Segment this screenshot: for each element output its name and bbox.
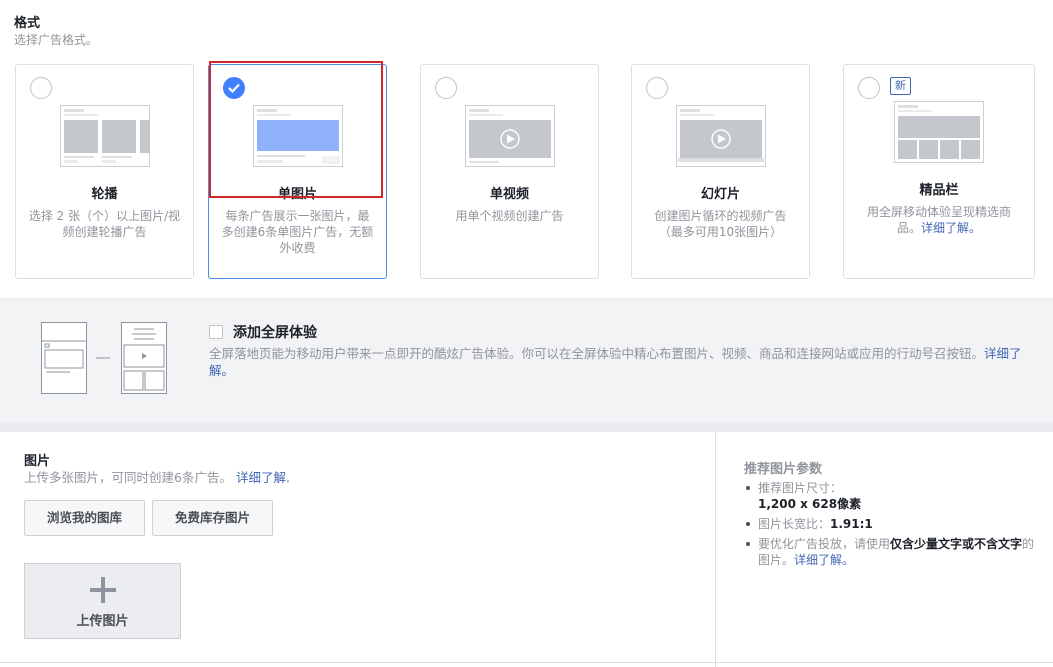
new-badge: 新 [890, 77, 911, 95]
collection-thumbnail-icon [894, 101, 984, 163]
images-subtitle: 上传多张图片，可同时创建6条广告。 详细了解. [24, 467, 290, 486]
spec-tip-prefix: 要优化广告投放，请使用 [758, 537, 891, 551]
bottom-divider [0, 662, 1053, 663]
spec-tip-bold: 仅含少量文字或不含文字 [890, 537, 1023, 551]
checkmark-icon [228, 83, 240, 93]
spec-ratio-label: 图片长宽比： [758, 517, 831, 531]
video-thumbnail-icon [464, 105, 555, 167]
radio-carousel[interactable] [30, 77, 52, 99]
format-card-single-video[interactable]: 单视频 用单个视频创建广告 [420, 64, 599, 279]
radio-single-image[interactable] [223, 77, 245, 99]
recommended-specs-panel: 推荐图片参数 推荐图片尺寸： 1,200 x 628像素 图片长宽比：1.91:… [715, 432, 1053, 667]
slideshow-thumbnail-icon [675, 105, 766, 167]
radio-collection[interactable] [858, 77, 880, 99]
card-title: 轮播 [91, 187, 118, 202]
images-section: 图片 上传多张图片，可同时创建6条广告。 详细了解. 浏览我的图库 免费库存图片… [0, 432, 715, 667]
stock-images-button[interactable]: 免费库存图片 [152, 500, 274, 536]
spec-size-label: 推荐图片尺寸： [758, 481, 843, 495]
fullscreen-description-text: 全屏落地页能为移动用户带来一点即开的酷炫广告体验。你可以在全屏体验中精心布置图片… [209, 346, 985, 361]
spec-ratio-value: 1.91:1 [830, 517, 873, 531]
card-title: 精品栏 [919, 183, 959, 198]
spec-size: 推荐图片尺寸： 1,200 x 628像素 [744, 480, 1044, 512]
format-card-single-image[interactable]: 单图片 每条广告展示一张图片，最多创建6条单图片广告，无额外收费 [208, 64, 387, 279]
card-description: 用单个视频创建广告 [455, 209, 564, 223]
card-title: 幻灯片 [700, 187, 740, 202]
learn-more-link[interactable]: 详细了解。 [921, 221, 981, 235]
format-card-carousel[interactable]: 轮播 选择 2 张（个）以上图片/视频创建轮播广告 [15, 64, 194, 279]
card-title: 单视频 [489, 187, 529, 202]
upload-image-label: 上传图片 [76, 614, 129, 629]
fullscreen-illustration-icon [41, 322, 167, 394]
card-description: 每条广告展示一张图片，最多创建6条单图片广告，无额外收费 [221, 209, 374, 255]
fullscreen-description: 全屏落地页能为移动用户带来一点即开的酷炫广告体验。你可以在全屏体验中精心布置图片… [209, 345, 1029, 379]
upload-image-button[interactable]: 上传图片 [24, 563, 181, 639]
section-divider [0, 422, 1053, 432]
learn-more-link[interactable]: 详细了解. [236, 470, 290, 485]
card-description: 选择 2 张（个）以上图片/视频创建轮播广告 [28, 209, 181, 239]
format-card-collection[interactable]: 新 精品栏 用全屏移动体验呈现精选商品。详细了解。 [843, 64, 1035, 279]
recommended-specs-title: 推荐图片参数 [744, 462, 823, 477]
spec-size-value: 1,200 x 628像素 [758, 497, 862, 511]
card-description: 创建图片循环的视频广告（最多可用10张图片） [654, 209, 787, 239]
single-image-thumbnail-icon [252, 105, 343, 167]
fullscreen-checkbox[interactable] [209, 325, 223, 339]
browse-library-button[interactable]: 浏览我的图库 [24, 500, 146, 536]
recommended-specs-list: 推荐图片尺寸： 1,200 x 628像素 图片长宽比：1.91:1 要优化广告… [744, 480, 1044, 572]
card-description: 用全屏移动体验呈现精选商品。详细了解。 [856, 204, 1022, 236]
learn-more-link[interactable]: 详细了解。 [794, 553, 854, 567]
carousel-thumbnail-icon [59, 105, 150, 167]
radio-slideshow[interactable] [646, 77, 668, 99]
plus-icon [90, 577, 116, 603]
spec-tip: 要优化广告投放，请使用仅含少量文字或不含文字的图片。详细了解。 [744, 536, 1044, 568]
radio-single-video[interactable] [435, 77, 457, 99]
spec-ratio: 图片长宽比：1.91:1 [744, 516, 1044, 532]
images-subtitle-text: 上传多张图片，可同时创建6条广告。 [24, 470, 232, 485]
fullscreen-experience-panel: 添加全屏体验 全屏落地页能为移动用户带来一点即开的酷炫广告体验。你可以在全屏体验… [0, 298, 1053, 422]
format-subtitle: 选择广告格式。 [14, 33, 99, 47]
fullscreen-title: 添加全屏体验 [233, 325, 317, 341]
card-title: 单图片 [277, 187, 317, 202]
format-card-slideshow[interactable]: 幻灯片 创建图片循环的视频广告（最多可用10张图片） [631, 64, 810, 279]
format-title: 格式 [14, 16, 41, 31]
